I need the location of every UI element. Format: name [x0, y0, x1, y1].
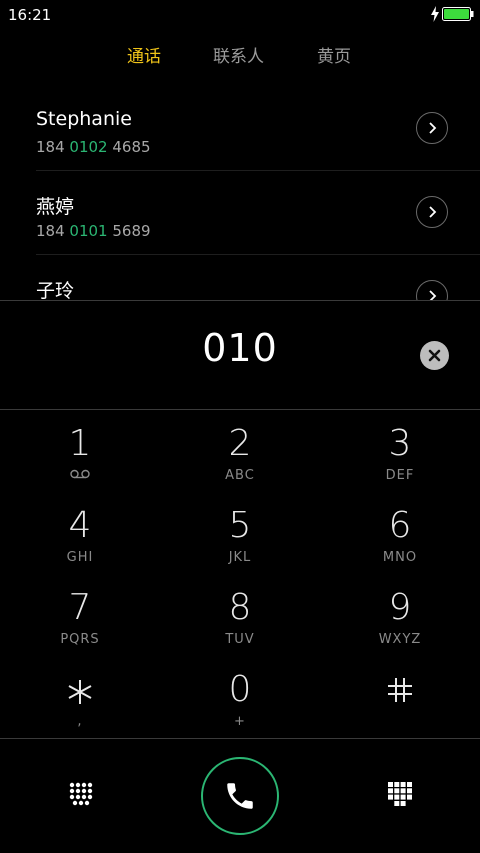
tab-bar: 通话 联系人 黄页 — [0, 42, 480, 72]
status-bar: 16:21 — [0, 0, 480, 30]
contact-name: 燕婷 — [36, 196, 75, 218]
dialpad-icon[interactable] — [388, 782, 412, 806]
call-button[interactable] — [201, 757, 279, 835]
contact-number: 184 0102 4685 — [36, 138, 151, 156]
divider — [36, 254, 480, 255]
dial-input[interactable]: 010 — [0, 326, 480, 370]
hash-icon — [388, 678, 412, 702]
key-5[interactable]: 5 JKL — [160, 498, 320, 578]
key-4[interactable]: 4 GHI — [0, 498, 160, 578]
chevron-right-icon — [429, 290, 437, 300]
key-9[interactable]: 9 WXYZ — [320, 580, 480, 660]
divider — [0, 300, 480, 301]
divider — [36, 170, 480, 171]
contact-item[interactable]: 燕婷 184 0101 5689 — [0, 184, 480, 268]
chevron-right-icon — [429, 206, 437, 218]
key-8[interactable]: 8 TUV — [160, 580, 320, 660]
key-3[interactable]: 3 DEF — [320, 416, 480, 496]
clear-x-icon — [428, 349, 441, 362]
matched-digits: 0101 — [69, 222, 108, 240]
charging-bolt-icon — [431, 6, 439, 22]
key-2[interactable]: 2 ABC — [160, 416, 320, 496]
contact-item[interactable]: Stephanie 184 0102 4685 — [0, 100, 480, 184]
voicemail-icon — [70, 469, 90, 479]
contact-detail-button[interactable] — [416, 112, 448, 144]
contact-item[interactable]: 子玲 — [0, 268, 480, 300]
status-time: 16:21 — [8, 6, 52, 24]
divider — [0, 738, 480, 739]
asterisk-icon — [68, 680, 92, 704]
contact-detail-button[interactable] — [416, 196, 448, 228]
clear-button[interactable] — [420, 341, 449, 370]
divider — [0, 409, 480, 410]
tab-contacts[interactable]: 联系人 — [213, 42, 264, 67]
dots-grid-icon[interactable] — [69, 782, 93, 806]
tab-yellow-pages[interactable]: 黄页 — [317, 42, 351, 67]
matched-digits: 0102 — [69, 138, 108, 156]
key-6[interactable]: 6 MNO — [320, 498, 480, 578]
tab-calls[interactable]: 通话 — [127, 42, 161, 67]
contact-number: 184 0101 5689 — [36, 222, 151, 240]
key-star[interactable]: * , — [0, 662, 160, 742]
contact-detail-button[interactable] — [416, 280, 448, 300]
key-hash[interactable]: # — [320, 662, 480, 742]
battery-icon — [442, 7, 474, 21]
contact-name: Stephanie — [36, 108, 132, 130]
contact-name: 子玲 — [36, 280, 75, 300]
key-7[interactable]: 7 PQRS — [0, 580, 160, 660]
chevron-right-icon — [429, 122, 437, 134]
contact-list: Stephanie 184 0102 4685 燕婷 184 0101 5689… — [0, 85, 480, 300]
key-1[interactable]: 1 — [0, 416, 160, 496]
phone-icon — [227, 783, 253, 809]
key-0[interactable]: 0 + — [160, 662, 320, 742]
